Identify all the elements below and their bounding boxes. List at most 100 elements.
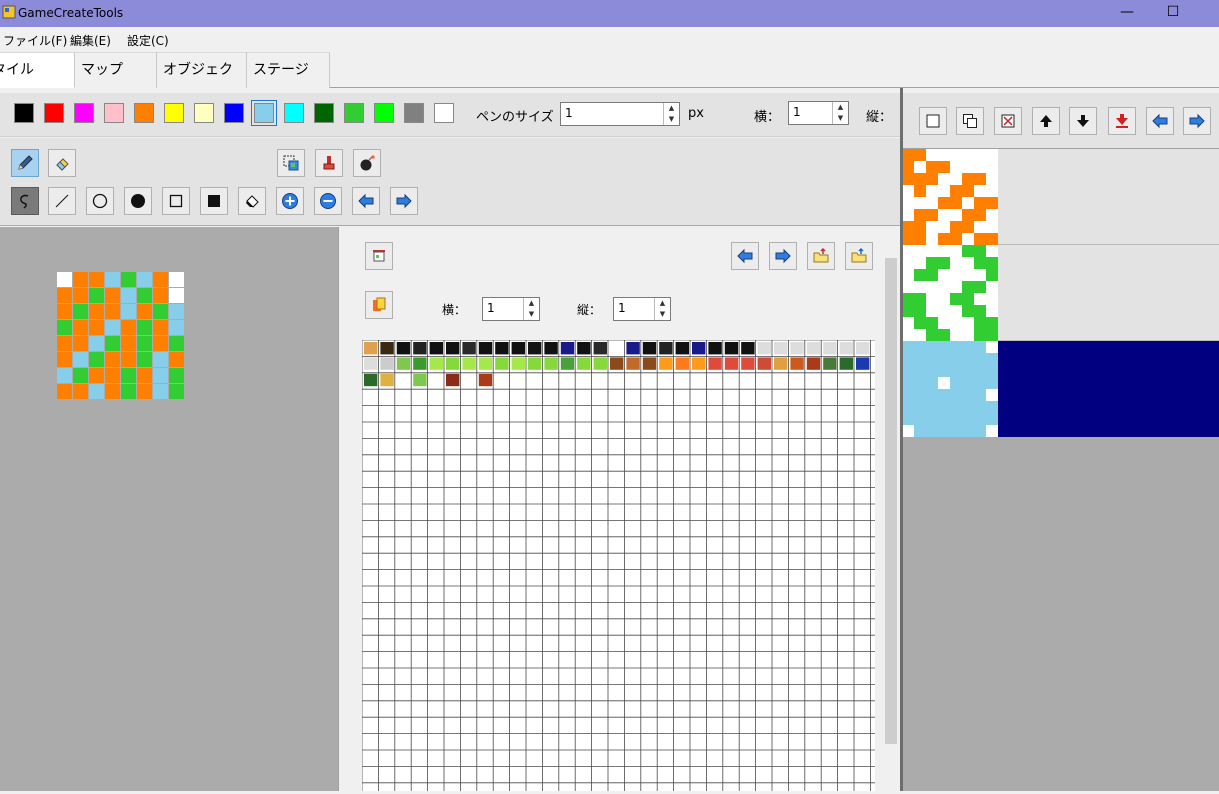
color-swatch[interactable] bbox=[194, 103, 214, 123]
tileset-resize-button[interactable] bbox=[365, 242, 393, 270]
tile-cell bbox=[495, 357, 509, 370]
color-swatch[interactable] bbox=[74, 103, 94, 123]
tab-object[interactable]: オブジェクト bbox=[157, 52, 247, 112]
preview-pixel bbox=[137, 368, 152, 383]
color-swatch[interactable] bbox=[284, 103, 304, 123]
tileset-prev-button[interactable] bbox=[731, 242, 759, 270]
tile-cell bbox=[446, 357, 460, 370]
thumb-pixel bbox=[950, 185, 962, 197]
thumb-pixel bbox=[926, 317, 938, 329]
tileset-grid[interactable] bbox=[361, 339, 888, 791]
lasso-tool-button[interactable] bbox=[11, 187, 39, 215]
preview-pixel bbox=[137, 320, 152, 335]
move-down-button[interactable] bbox=[1069, 107, 1097, 135]
bomb-button[interactable] bbox=[353, 149, 381, 177]
list-next-button[interactable] bbox=[1183, 107, 1211, 135]
app-icon bbox=[2, 5, 16, 19]
color-swatch[interactable] bbox=[134, 103, 154, 123]
tile-cell bbox=[560, 357, 575, 370]
line-tool-button[interactable] bbox=[48, 187, 76, 215]
thumb-pixel bbox=[974, 281, 986, 293]
menu-file[interactable]: ファイル(F) bbox=[3, 32, 67, 49]
pen-size-input[interactable]: 1 ▲ ▼ bbox=[560, 102, 680, 126]
prev-button[interactable] bbox=[352, 187, 380, 215]
paint-fill-icon bbox=[246, 195, 259, 208]
color-swatch[interactable] bbox=[44, 103, 64, 123]
circle-outline-button[interactable] bbox=[86, 187, 114, 215]
color-swatch[interactable] bbox=[344, 103, 364, 123]
move-bottom-button[interactable] bbox=[1108, 107, 1136, 135]
tile-cell bbox=[790, 357, 804, 370]
thumb-pixel bbox=[962, 221, 974, 233]
tile-cell bbox=[577, 342, 591, 355]
circle-filled-button[interactable] bbox=[124, 187, 152, 215]
color-swatch[interactable] bbox=[404, 103, 424, 123]
thumb-pixel bbox=[974, 233, 986, 245]
preview-pixel bbox=[89, 368, 104, 383]
move-up-button[interactable] bbox=[1032, 107, 1060, 135]
thumb-pixel bbox=[914, 221, 926, 233]
import-button[interactable] bbox=[807, 242, 835, 270]
color-swatch[interactable] bbox=[434, 103, 454, 123]
list-prev-button[interactable] bbox=[1146, 107, 1174, 135]
zoom-in-button[interactable] bbox=[276, 187, 304, 215]
tab-map[interactable]: マップ bbox=[75, 52, 157, 88]
maximize-button[interactable]: ☐ bbox=[1150, 0, 1196, 27]
color-swatch[interactable] bbox=[314, 103, 334, 123]
tile-width-input[interactable]: 1 ▲ ▼ bbox=[482, 297, 540, 321]
delete-tile-button[interactable] bbox=[994, 107, 1022, 135]
minimize-button[interactable]: — bbox=[1104, 0, 1150, 27]
tileset-canvas[interactable] bbox=[361, 339, 888, 791]
panel-splitter[interactable] bbox=[900, 88, 903, 791]
copy-tile-button[interactable] bbox=[956, 107, 984, 135]
tile-height-label: 縦： bbox=[577, 303, 602, 317]
tile-list-row-selected[interactable] bbox=[998, 341, 1219, 437]
tile-cell bbox=[839, 357, 853, 370]
rect-filled-icon bbox=[208, 195, 220, 207]
menu-edit[interactable]: 編集(E) bbox=[70, 32, 111, 49]
tile-list-row[interactable] bbox=[998, 245, 1219, 341]
preview-pixel bbox=[105, 368, 120, 383]
scrollbar-thumb[interactable] bbox=[885, 258, 897, 744]
preview-pixel bbox=[73, 304, 88, 319]
thumb-pixel bbox=[914, 209, 926, 221]
tile-list-thumbnails[interactable] bbox=[902, 149, 998, 437]
thumb-pixel bbox=[914, 233, 926, 245]
tab-tile[interactable]: タイル bbox=[0, 52, 75, 88]
menu-settings[interactable]: 設定(C) bbox=[127, 32, 169, 49]
color-swatch[interactable] bbox=[14, 103, 34, 123]
color-swatch[interactable] bbox=[251, 100, 277, 126]
color-swatch[interactable] bbox=[224, 103, 244, 123]
zoom-in-icon bbox=[282, 193, 298, 209]
eraser-tool-button[interactable] bbox=[48, 149, 76, 177]
tile-cell bbox=[823, 357, 837, 370]
rect-filled-button[interactable] bbox=[200, 187, 228, 215]
color-swatch[interactable] bbox=[374, 103, 394, 123]
tab-stage[interactable]: ステージ bbox=[247, 52, 330, 88]
canvas-width-input[interactable]: 1 ▲ ▼ bbox=[788, 101, 849, 125]
color-swatch[interactable] bbox=[164, 103, 184, 123]
tile-height-input[interactable]: 1 ▲ ▼ bbox=[613, 297, 671, 321]
fill-bucket-button[interactable] bbox=[315, 149, 343, 177]
thumb-pixel bbox=[938, 233, 950, 245]
tile-cell bbox=[364, 357, 378, 370]
pencil-tool-button[interactable] bbox=[11, 149, 39, 177]
thumb-pixel bbox=[974, 197, 986, 209]
thumb-pixel bbox=[974, 173, 986, 185]
preview-pixel bbox=[153, 304, 168, 319]
select-copy-button[interactable] bbox=[277, 149, 305, 177]
preview-pixel bbox=[121, 304, 136, 319]
tile-cell bbox=[511, 357, 525, 370]
tile-list-row[interactable] bbox=[998, 149, 1219, 245]
eraser-icon bbox=[56, 158, 69, 171]
rect-outline-button[interactable] bbox=[162, 187, 190, 215]
thumb-pixel bbox=[914, 317, 926, 329]
next-button[interactable] bbox=[390, 187, 418, 215]
tile-select-button[interactable] bbox=[365, 291, 393, 319]
tileset-next-button[interactable] bbox=[769, 242, 797, 270]
paint-fill-button[interactable] bbox=[238, 187, 266, 215]
new-tile-button[interactable] bbox=[919, 107, 947, 135]
export-button[interactable] bbox=[845, 242, 873, 270]
zoom-out-button[interactable] bbox=[314, 187, 342, 215]
color-swatch[interactable] bbox=[104, 103, 124, 123]
